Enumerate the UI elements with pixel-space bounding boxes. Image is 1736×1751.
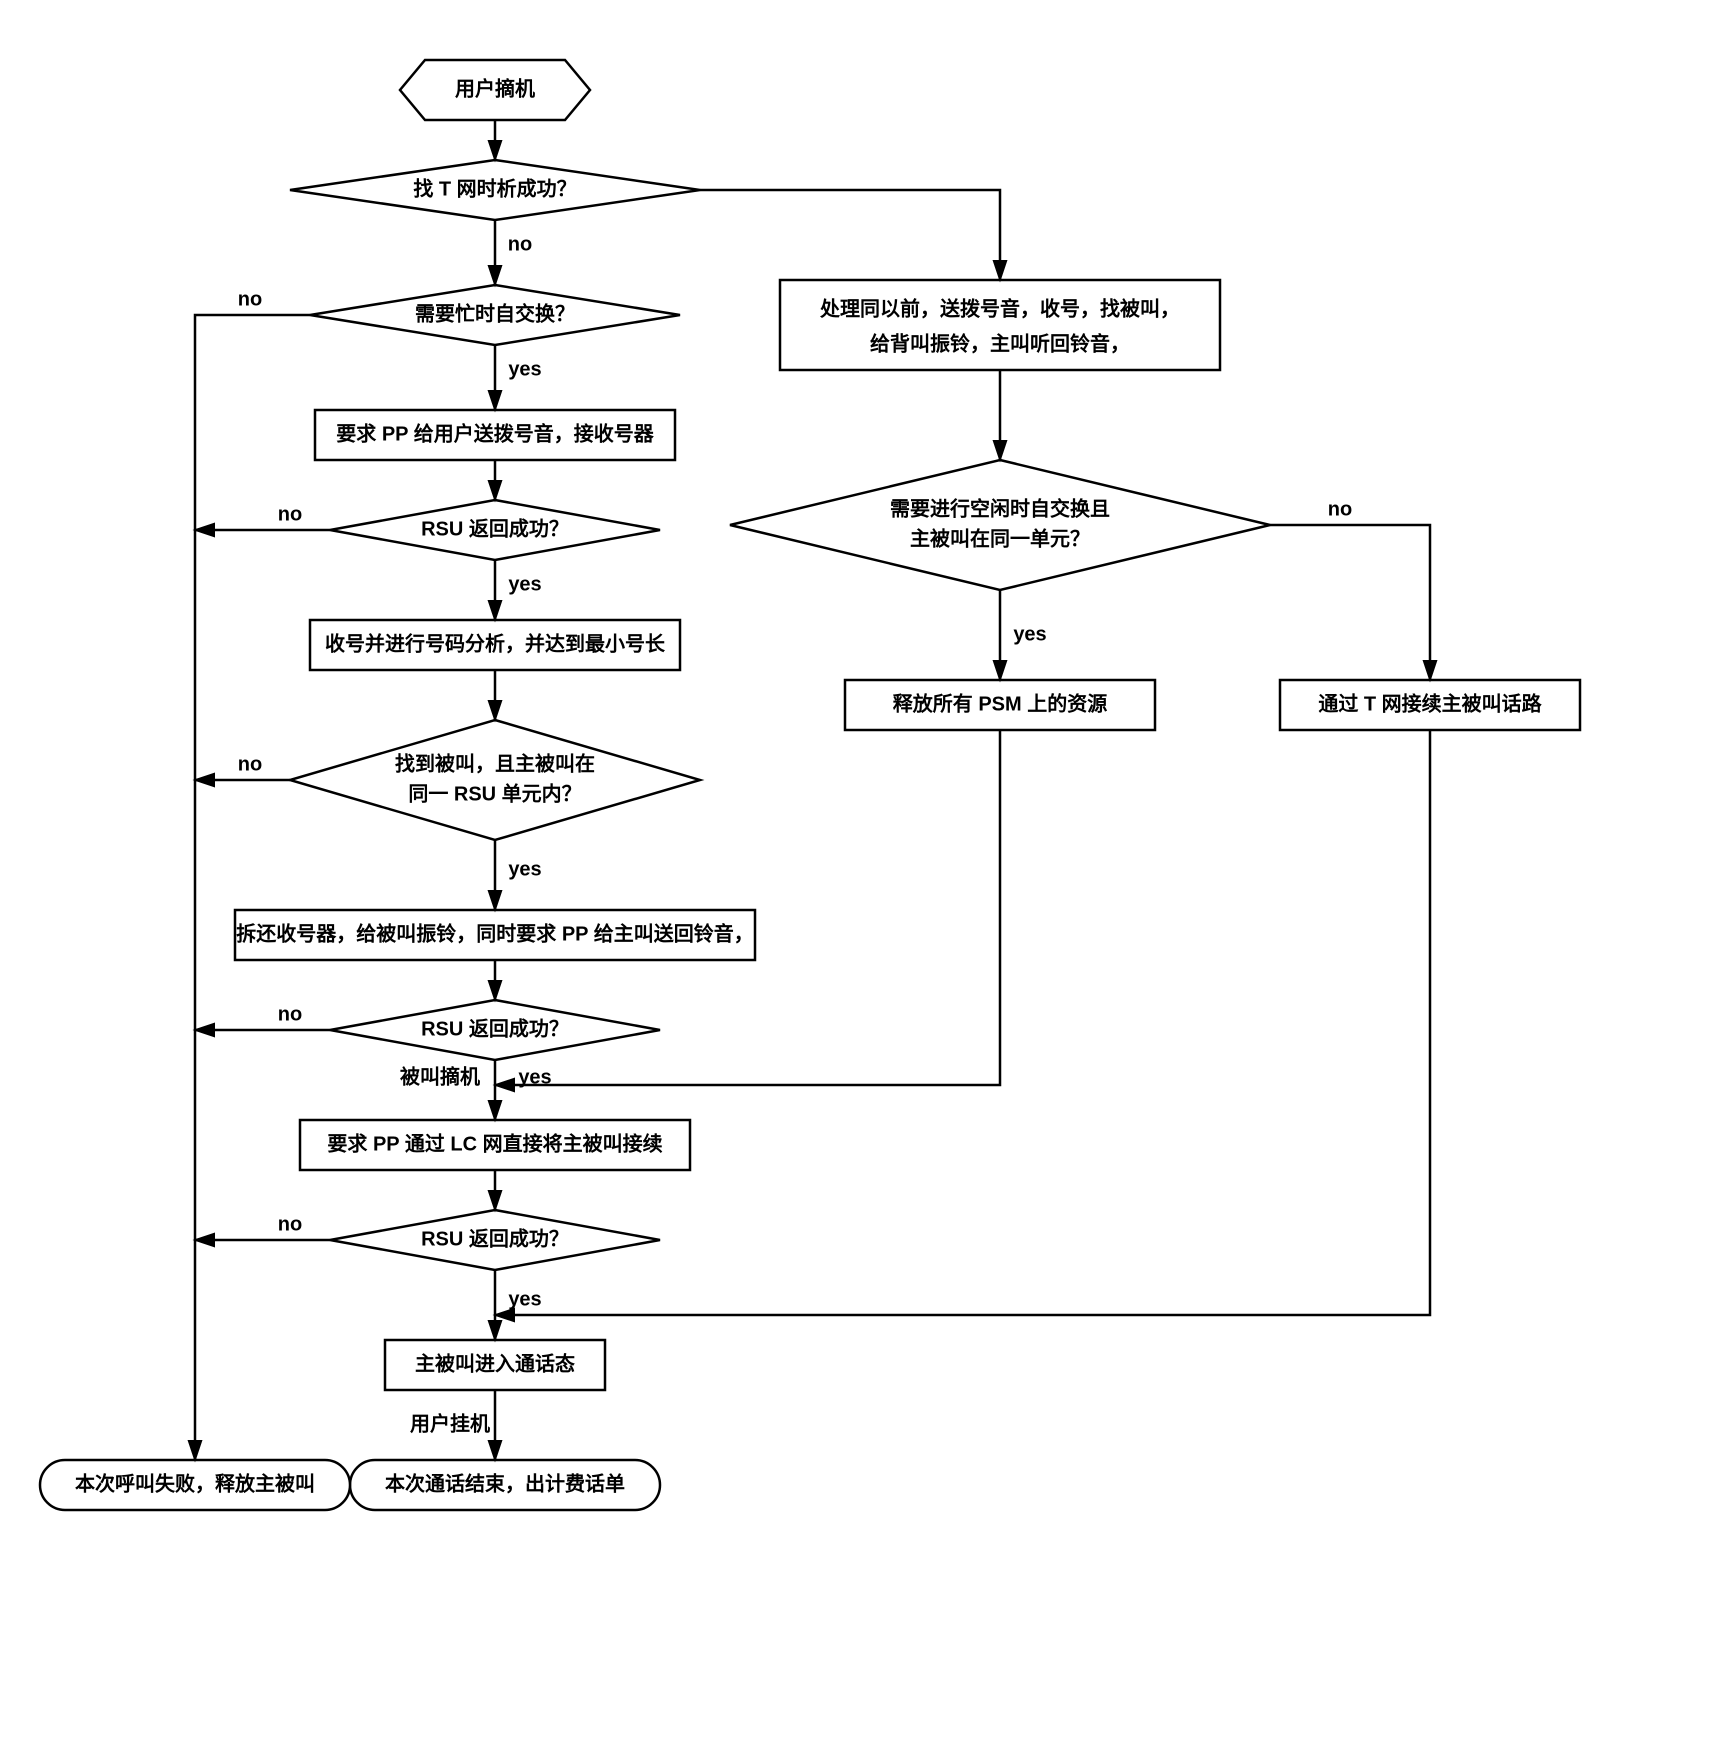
label-d1-no: no [508,233,532,255]
label-hangup: 用户挂机 [410,1411,490,1435]
label-d5-offhook: 被叫摘机 [400,1064,480,1088]
text-end-ok: 本次通话结束，出计费话单 [385,1471,625,1495]
label-d6-yes: yes [508,1288,541,1310]
label-d5-no: no [278,1003,302,1025]
label-d2-yes: yes [508,358,541,380]
text-p5: 主被叫进入通话态 [415,1351,575,1375]
text-d6: RSU 返回成功？ [421,1226,569,1250]
text-p1: 要求 PP 给用户送拨号音，接收号器 [336,421,654,445]
label-d4-yes: yes [508,858,541,880]
text-d3: RSU 返回成功？ [421,516,569,540]
text-rd1a: 需要进行空闲时自交换且 [890,496,1110,520]
label-d5-yes: yes [518,1066,551,1088]
label-rd1-no: no [1328,498,1352,520]
text-rp2: 释放所有 PSM 上的资源 [893,691,1107,715]
text-rp1a: 处理同以前，送拨号音，收号，找被叫， [819,296,1180,320]
label-d3-no: no [278,503,302,525]
text-end-fail: 本次呼叫失败，释放主被叫 [75,1471,315,1495]
label-d3-yes: yes [508,573,541,595]
node-rp1 [780,280,1220,370]
text-p3: 拆还收号器，给被叫振铃，同时要求 PP 给主叫送回铃音， [236,921,753,945]
text-start: 用户摘机 [455,76,535,100]
text-d1: 找 T 网时析成功？ [413,176,576,200]
text-d4a: 找到被叫，且主被叫在 [395,751,595,775]
text-d2: 需要忙时自交换？ [415,301,575,325]
text-rp1b: 给背叫振铃，主叫听回铃音， [870,331,1130,355]
label-d4-no: no [238,753,262,775]
text-p4: 要求 PP 通过 LC 网直接将主被叫接续 [327,1131,662,1155]
text-p2: 收号并进行号码分析，并达到最小号长 [325,631,666,655]
label-d2-no: no [238,288,262,310]
text-d5: RSU 返回成功？ [421,1016,569,1040]
label-rd1-yes: yes [1013,623,1046,645]
text-rd1b: 主被叫在同一单元？ [910,526,1090,550]
text-rp3: 通过 T 网接续主被叫话路 [1318,691,1542,715]
text-d4b: 同一 RSU 单元内？ [408,781,581,805]
node-rd1 [730,460,1270,590]
label-d6-no: no [278,1213,302,1235]
node-d4 [290,720,700,840]
